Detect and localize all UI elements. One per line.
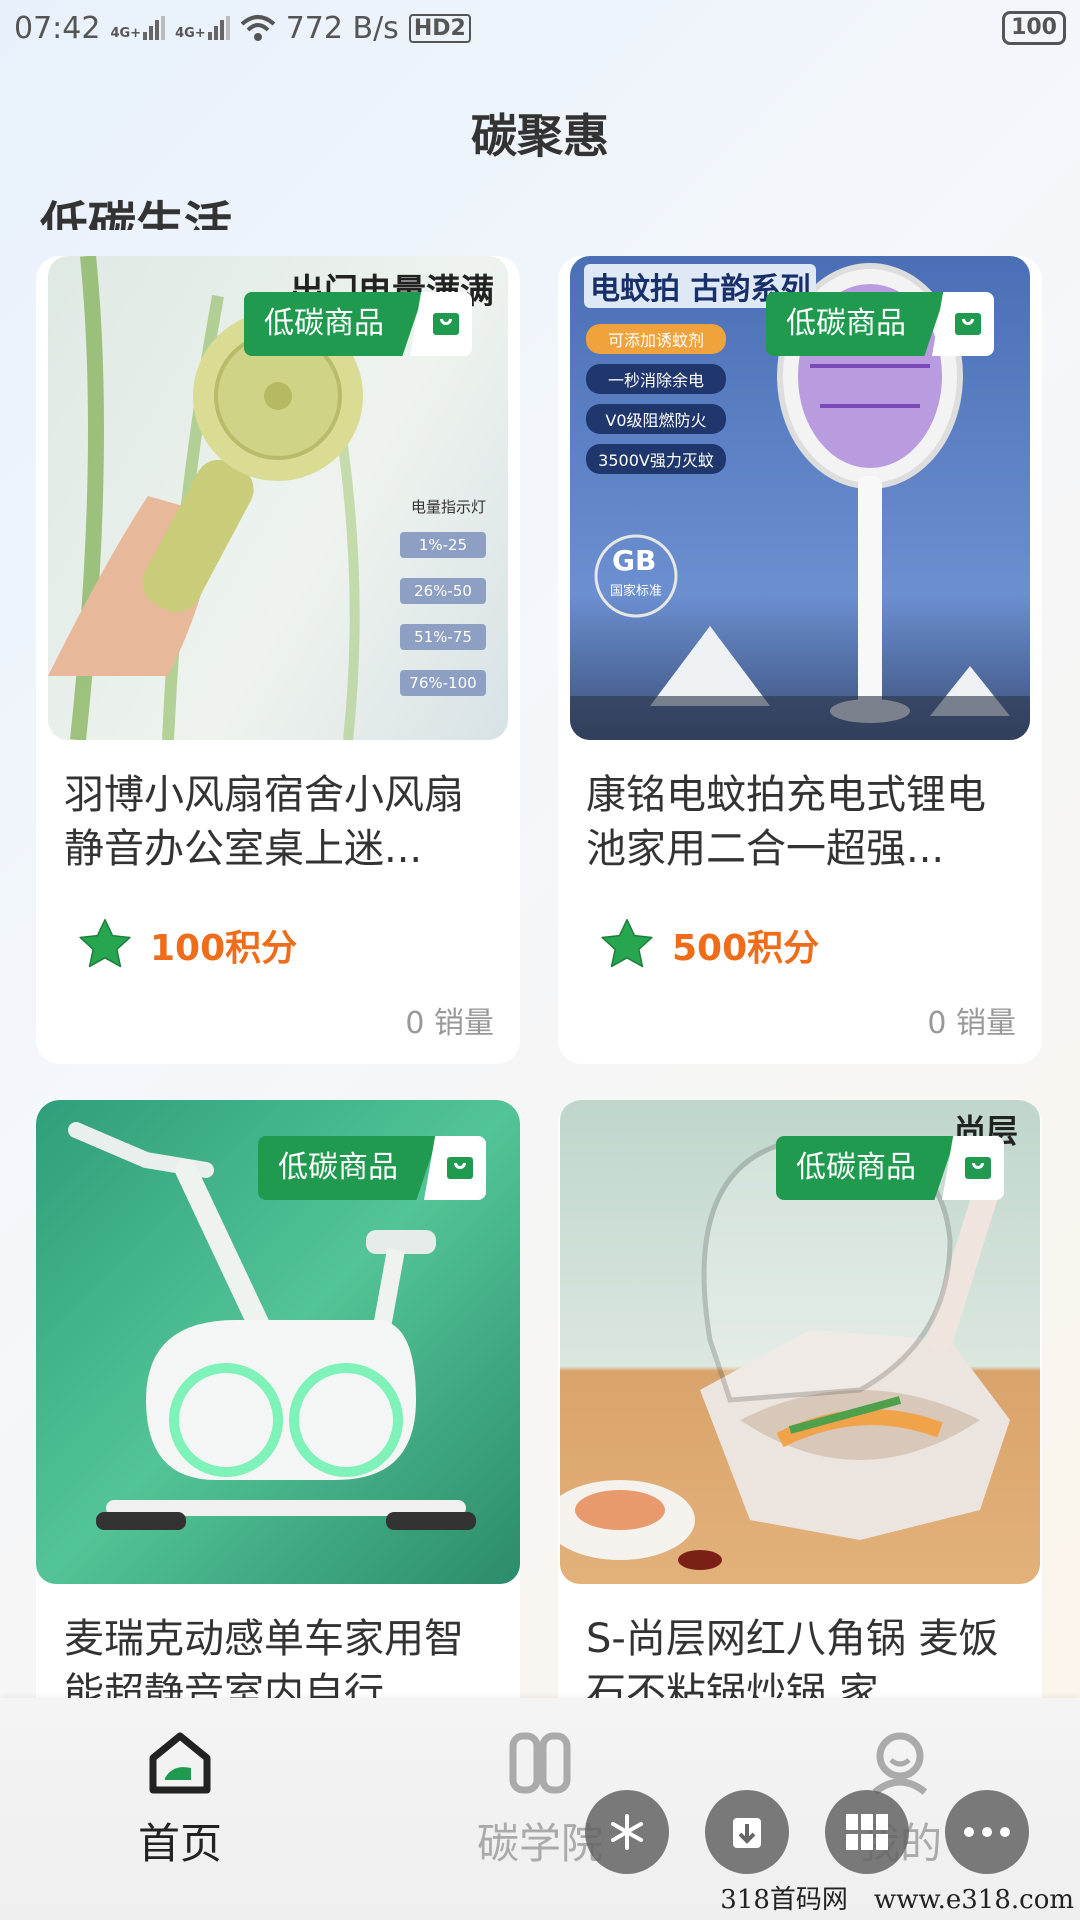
sparkle-icon <box>611 1814 643 1850</box>
nav-home[interactable]: 首页 <box>80 1728 280 1871</box>
sales-count: 0 销量 <box>405 1006 494 1041</box>
gb-label: GB <box>612 544 657 577</box>
low-carbon-tag: 低碳商品 <box>766 292 994 356</box>
product-card[interactable]: 出门电量满满 电量指示灯 1%-25 26%-50 51%-75 76%-100… <box>36 256 520 1064</box>
grid-button[interactable] <box>825 1790 909 1874</box>
product-name[interactable]: 康铭电蚊拍充电式锂电池家用二合一超强... <box>586 768 1016 876</box>
battery-level: 76%-100 <box>400 670 486 696</box>
network-speed: 772 B/s <box>285 10 399 46</box>
star-icon <box>79 918 131 968</box>
watermark: 318首码网 www.e318.com <box>720 1885 1074 1915</box>
battery-indicator-label: 电量指示灯 <box>410 498 486 516</box>
battery-level: 51%-75 <box>400 624 486 650</box>
gb-sub-label: 国家标准 <box>610 584 663 599</box>
section-title: 低碳生活 <box>40 197 233 230</box>
feature-badge: 3500V强力灭蚊 <box>586 444 726 474</box>
more-button[interactable] <box>945 1790 1029 1874</box>
sales-count: 0 销量 <box>927 1006 1016 1041</box>
product-card[interactable]: 电蚊拍 古韵系列 可添加诱蚊剂 一秒消除余电 V0级阻燃防火 3500V强力灭蚊… <box>558 256 1042 1064</box>
product-name[interactable]: 羽博小风扇宿舍小风扇静音办公室桌上迷... <box>64 768 494 876</box>
feature-list: 可添加诱蚊剂 一秒消除余电 V0级阻燃防火 3500V强力灭蚊 <box>586 324 726 474</box>
product-image[interactable]: 出门电量满满 电量指示灯 1%-25 26%-50 51%-75 76%-100… <box>48 256 508 740</box>
battery-level: 26%-50 <box>400 578 486 604</box>
nav-home-label: 首页 <box>137 1819 222 1868</box>
download-button[interactable] <box>705 1790 789 1874</box>
low-carbon-tag: 低碳商品 <box>258 1136 486 1200</box>
signal-icon <box>207 16 230 40</box>
product-points: 100积分 <box>76 916 297 974</box>
network-1: 4G+ <box>110 16 166 40</box>
hd-icon: HD2 <box>408 13 471 43</box>
status-left: 07:42 4G+ 4G+ 772 B/s HD2 <box>14 11 471 46</box>
low-carbon-tag: 低碳商品 <box>776 1136 1004 1200</box>
sparkle-button[interactable] <box>585 1790 669 1874</box>
points-value: 100积分 <box>150 928 298 969</box>
product-image[interactable]: 低碳商品 <box>36 1100 520 1584</box>
feature-badge: 一秒消除余电 <box>586 364 726 394</box>
product-image[interactable]: 尚层 低碳商品 <box>560 1100 1040 1584</box>
wifi-icon <box>240 15 276 41</box>
feature-badge: 可添加诱蚊剂 <box>586 324 726 354</box>
low-carbon-tag: 低碳商品 <box>244 292 472 356</box>
status-time: 07:42 <box>14 10 101 46</box>
status-bar: 07:42 4G+ 4G+ 772 B/s HD2 100 <box>0 0 1080 56</box>
points-value: 500积分 <box>672 928 820 969</box>
page-title: 碳聚惠 <box>471 109 609 163</box>
product-image[interactable]: 电蚊拍 古韵系列 可添加诱蚊剂 一秒消除余电 V0级阻燃防火 3500V强力灭蚊… <box>570 256 1030 740</box>
network-2: 4G+ <box>175 16 230 40</box>
more-icon <box>964 1827 1010 1837</box>
user-icon <box>872 1732 928 1795</box>
battery-level-list: 1%-25 26%-50 51%-75 76%-100 <box>400 532 486 696</box>
signal-icon <box>143 16 166 40</box>
product-points: 500积分 <box>598 916 819 974</box>
battery-level: 1%-25 <box>400 532 486 558</box>
battery-icon: 100 <box>1002 11 1066 45</box>
home-icon <box>149 1732 211 1794</box>
grid-icon <box>846 1814 888 1850</box>
download-icon <box>733 1818 761 1848</box>
star-icon <box>601 918 653 968</box>
feature-badge: V0级阻燃防火 <box>586 404 726 434</box>
book-icon <box>509 1732 571 1794</box>
